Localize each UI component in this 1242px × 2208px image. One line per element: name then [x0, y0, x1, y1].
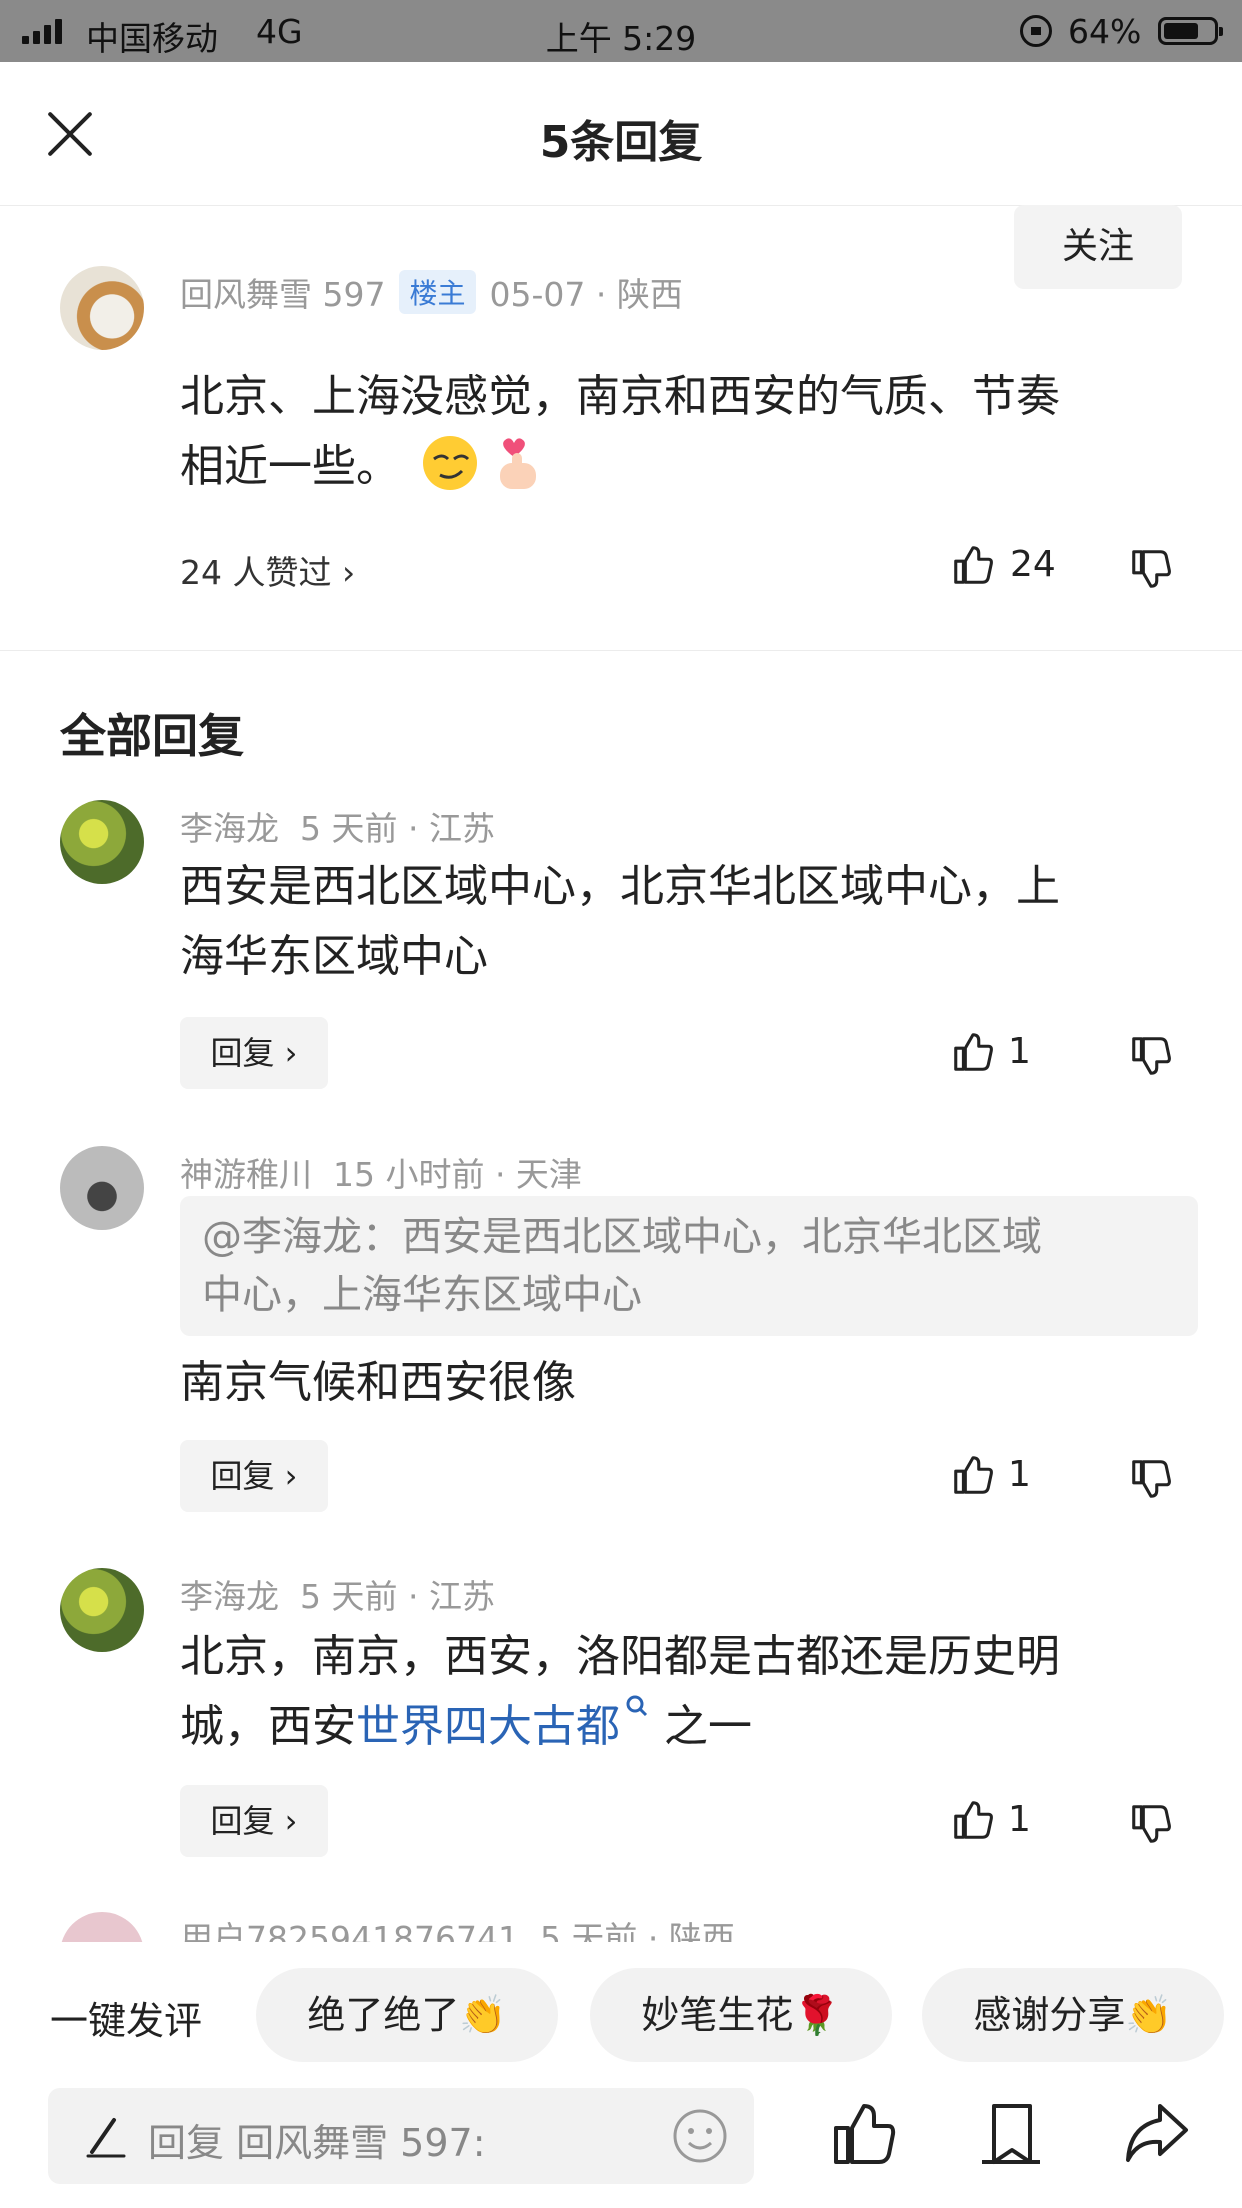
quoted-reply: @李海龙：西安是西北区域中心，北京华北区域 中心，上海华东区域中心 [180, 1196, 1198, 1336]
reply-text-segment: 之一 [650, 1701, 752, 1752]
quick-comment-chip[interactable]: 妙笔生花🌹 [590, 1968, 892, 2062]
thumbs-down-icon[interactable] [1128, 1801, 1174, 1847]
search-link[interactable]: 世界四大古都 [356, 1701, 620, 1752]
pen-icon [86, 2118, 126, 2158]
quick-comment-chip[interactable]: 绝了绝了👏 [256, 1968, 558, 2062]
reply-text-segment: 城，西安 [180, 1701, 356, 1752]
thumbs-down-icon[interactable] [1128, 1456, 1174, 1502]
search-icon[interactable] [624, 1693, 650, 1723]
reply-button[interactable]: 回复 › [180, 1017, 328, 1089]
smile-icon[interactable] [670, 2106, 730, 2166]
reply-text: 北京，南京，西安，洛阳都是古都还是历史明 城，西安世界四大古都 之一 [180, 1622, 1060, 1762]
reply-date-location: 15 小时前 · 天津 [332, 1155, 582, 1194]
avatar[interactable] [60, 1568, 144, 1652]
status-bar: 中国移动 4G 上午 5:29 64% [0, 0, 1242, 62]
avatar[interactable] [60, 1146, 144, 1230]
share-icon[interactable] [1120, 2098, 1192, 2170]
comment-text-line: 北京、上海没感觉，南京和西安的气质、节奏 [180, 371, 1060, 422]
clock: 上午 5:29 [545, 19, 697, 58]
rotation-lock-icon [1020, 15, 1052, 47]
comment-date-location: 05-07 · 陕西 [489, 275, 683, 314]
reply-meta: 李海龙 5 天前 · 江苏 [180, 1570, 495, 1618]
quote-line: @李海龙：西安是西北区域中心，北京华北区域 [202, 1214, 1042, 1260]
comment-text-line: 相近一些。 [180, 432, 1060, 502]
battery-percent: 64% [1068, 12, 1142, 51]
thumbs-up-icon[interactable] [950, 542, 996, 588]
bookmark-icon[interactable] [974, 2098, 1046, 2170]
thumbs-down-icon[interactable] [1128, 546, 1174, 592]
reply-meta: 李海龙 5 天前 · 江苏 [180, 802, 495, 850]
thumbs-up-icon[interactable] [950, 1797, 996, 1843]
reply-date-location: 5 天前 · 江苏 [299, 1577, 495, 1616]
reply-text-line: 北京，南京，西安，洛阳都是古都还是历史明 [180, 1631, 1060, 1682]
reply-text-line: 西安是西北区域中心，北京华北区域中心，上 [180, 861, 1060, 912]
reply-date-location: 5 天前 · 江苏 [299, 809, 495, 848]
reply-text: 南京气候和西安很像 [180, 1348, 576, 1418]
like-count: 1 [1008, 1031, 1031, 1072]
avatar[interactable] [60, 800, 144, 884]
liked-by-link[interactable]: 24 人赞过 › [180, 546, 355, 594]
reply-input[interactable]: 回复 回风舞雪 597: [48, 2088, 754, 2184]
finger-heart-emoji-icon [500, 438, 536, 489]
follow-button[interactable]: 关注 [1014, 205, 1182, 289]
section-divider [0, 650, 1242, 651]
author-name[interactable]: 神游稚川 [180, 1155, 312, 1194]
like-count: 1 [1008, 1454, 1031, 1495]
page-title: 5条回复 [539, 117, 703, 168]
author-name[interactable]: 回风舞雪 597 [180, 275, 385, 314]
comment-text: 北京、上海没感觉，南京和西安的气质、节奏 相近一些。 [180, 362, 1060, 502]
thumbs-up-icon[interactable] [950, 1029, 996, 1075]
thumbs-up-icon[interactable] [950, 1452, 996, 1498]
reply-text-line: 海华东区域中心 [180, 931, 488, 982]
author-name[interactable]: 李海龙 [180, 809, 279, 848]
avatar[interactable] [60, 266, 144, 350]
reply-text-line: 南京气候和西安很像 [180, 1357, 576, 1408]
like-count: 24 [1010, 544, 1056, 585]
reply-text: 西安是西北区域中心，北京华北区域中心，上 海华东区域中心 [180, 852, 1060, 992]
battery-icon [1158, 17, 1223, 45]
reply-input-placeholder: 回复 回风舞雪 597: [148, 2121, 486, 2165]
author-name[interactable]: 李海龙 [180, 1577, 279, 1616]
smirk-emoji-icon [423, 436, 477, 490]
op-badge: 楼主 [399, 270, 476, 314]
thumbs-up-icon[interactable] [828, 2098, 900, 2170]
section-title: 全部回复 [60, 709, 244, 763]
reply-text-line: 城，西安世界四大古都 之一 [180, 1692, 1060, 1762]
reply-button[interactable]: 回复 › [180, 1785, 328, 1857]
sheet-header: 5条回复 [0, 62, 1242, 206]
reply-button[interactable]: 回复 › [180, 1440, 328, 1512]
comment-text-segment: 相近一些。 [180, 441, 400, 492]
thumbs-down-icon[interactable] [1128, 1033, 1174, 1079]
quick-comment-label: 一键发评 [50, 1999, 203, 2043]
reply-meta: 神游稚川 15 小时前 · 天津 [180, 1148, 582, 1196]
quote-line: 中心，上海华东区域中心 [202, 1272, 642, 1318]
comment-meta: 回风舞雪 597 楼主 05-07 · 陕西 [180, 268, 683, 316]
quick-comment-chip[interactable]: 感谢分享👏 [922, 1968, 1224, 2062]
like-count: 1 [1008, 1799, 1031, 1840]
